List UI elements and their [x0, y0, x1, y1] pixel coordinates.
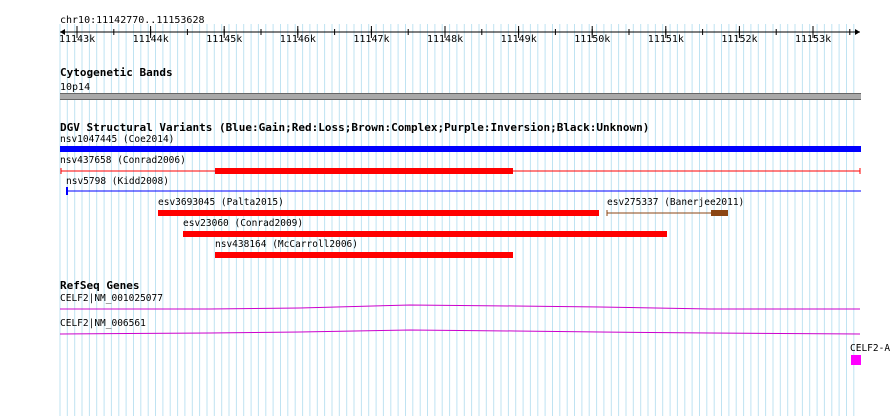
gene-label: CELF2|NM_006561 — [60, 318, 146, 329]
ruler-tick-label: 11144k — [132, 34, 169, 45]
ruler-tick-label: 11151k — [647, 34, 684, 45]
dgv-feature-nsv5798[interactable] — [0, 186, 890, 196]
gene-CELF2-A[interactable] — [851, 355, 861, 365]
dgv-feature-label: esv275337 (Banerjee2011) — [607, 197, 745, 208]
dgv-feature-label: nsv437658 (Conrad2006) — [60, 155, 186, 166]
genome-browser: chr10:11142770..11153628 11143k 11144k 111… — [0, 0, 890, 416]
cytoband-label: 10p14 — [60, 82, 91, 93]
dgv-feature-label: nsv1047445 (Coe2014) — [60, 134, 175, 145]
gene-label: CELF2-A — [850, 343, 890, 354]
dgv-feature-label: nsv438164 (McCarroll2006) — [215, 239, 358, 250]
dgv-feature-nsv1047445[interactable] — [60, 146, 861, 152]
ruler-tick-label: 11147k — [353, 34, 390, 45]
ruler-tick-label: 11153k — [795, 34, 832, 45]
gene-CELF2-NM_001025077[interactable] — [0, 303, 890, 313]
gene-CELF2-NM_006561[interactable] — [0, 329, 890, 339]
refseq-track-title: RefSeq Genes — [60, 279, 140, 292]
dgv-feature-label: esv23060 (Conrad2009) — [183, 218, 304, 229]
dgv-feature-esv275337[interactable] — [0, 208, 890, 218]
ruler-tick-label: 11149k — [500, 34, 537, 45]
dgv-feature-nsv438164[interactable] — [215, 252, 513, 258]
ruler-tick-label: 11143k — [59, 34, 96, 45]
ruler-tick-label: 11150k — [574, 34, 611, 45]
dgv-feature-label: esv3693045 (Palta2015) — [158, 197, 284, 208]
ruler-tick-label: 11145k — [206, 34, 243, 45]
cytoband-track-title: Cytogenetic Bands — [60, 66, 173, 79]
ruler-tick-label: 11148k — [427, 34, 464, 45]
ruler-tick-label: 11152k — [721, 34, 758, 45]
cytoband-10p14[interactable] — [60, 93, 861, 100]
dgv-feature-nsv437658[interactable] — [0, 166, 890, 176]
ruler-tick-label: 11146k — [279, 34, 316, 45]
dgv-feature-esv23060[interactable] — [183, 231, 667, 237]
dgv-track-title: DGV Structural Variants (Blue:Gain;Red:L… — [60, 121, 650, 134]
